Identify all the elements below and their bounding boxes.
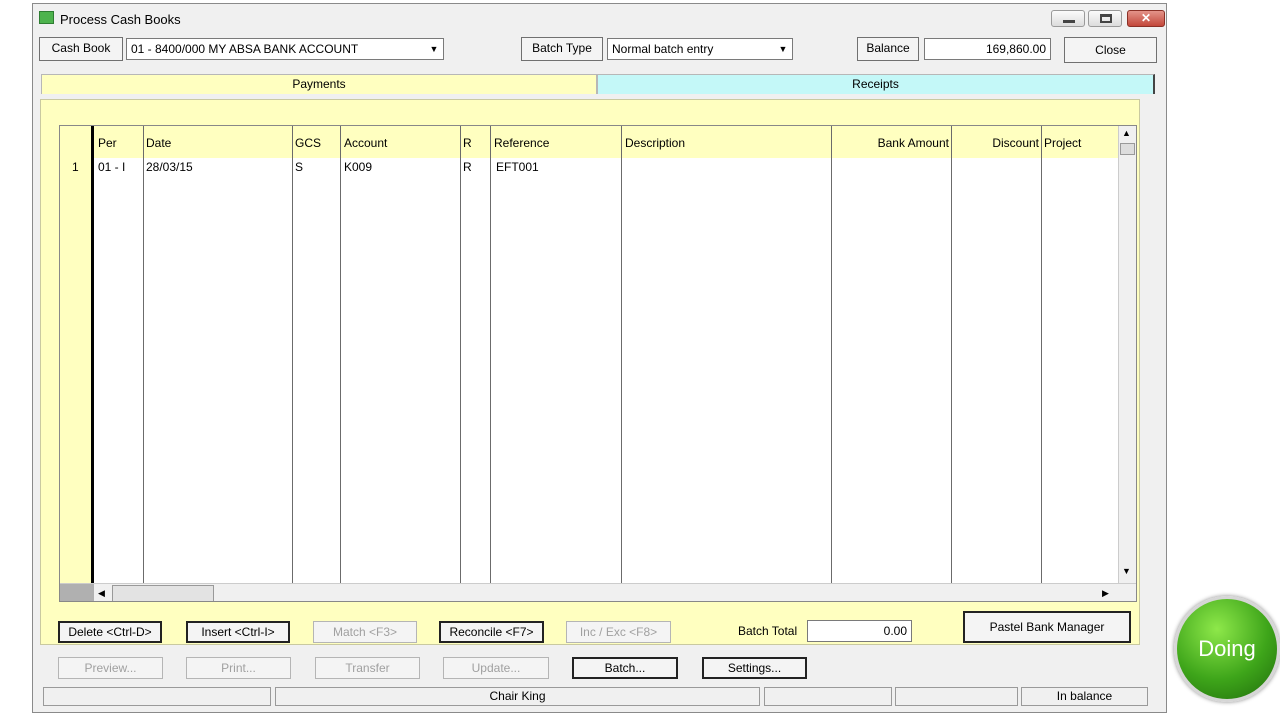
transfer-button[interactable]: Transfer bbox=[315, 657, 420, 679]
cell-account[interactable]: K009 bbox=[344, 160, 372, 174]
column-divider bbox=[951, 126, 952, 583]
tab-payments[interactable]: Payments bbox=[41, 74, 597, 94]
app-icon bbox=[39, 11, 54, 24]
scroll-down-icon[interactable]: ▼ bbox=[1122, 566, 1131, 576]
column-header-project[interactable]: Project bbox=[1044, 136, 1081, 150]
cash-book-value: 01 - 8400/000 MY ABSA BANK ACCOUNT bbox=[131, 42, 359, 56]
transactions-grid: Per Date GCS Account R Reference Descrip… bbox=[59, 125, 1137, 602]
cell-per[interactable]: 01 - I bbox=[98, 160, 125, 174]
match-button[interactable]: Match <F3> bbox=[313, 621, 417, 643]
batch-total-field: 0.00 bbox=[807, 620, 912, 642]
column-header-description[interactable]: Description bbox=[625, 136, 685, 150]
pastel-bank-manager-button[interactable]: Pastel Bank Manager bbox=[963, 611, 1131, 643]
update-button[interactable]: Update... bbox=[443, 657, 549, 679]
vertical-scroll-thumb[interactable] bbox=[1120, 143, 1135, 155]
delete-button[interactable]: Delete <Ctrl-D> bbox=[58, 621, 162, 643]
cell-reference[interactable]: EFT001 bbox=[496, 160, 539, 174]
print-button[interactable]: Print... bbox=[186, 657, 291, 679]
chevron-down-icon: ▼ bbox=[778, 44, 788, 54]
vertical-scrollbar[interactable]: ▲ ▼ bbox=[1118, 126, 1136, 583]
cash-book-button[interactable]: Cash Book bbox=[39, 37, 123, 61]
close-window-button[interactable]: ✕ bbox=[1127, 10, 1165, 27]
batch-type-dropdown[interactable]: Normal batch entry ▼ bbox=[607, 38, 793, 60]
scroll-up-icon[interactable]: ▲ bbox=[1122, 128, 1131, 138]
cell-date[interactable]: 28/03/15 bbox=[146, 160, 193, 174]
reconcile-button[interactable]: Reconcile <F7> bbox=[439, 621, 544, 643]
close-icon: ✕ bbox=[1140, 11, 1152, 25]
minimize-icon bbox=[1063, 20, 1075, 23]
column-header-reference[interactable]: Reference bbox=[494, 136, 549, 150]
column-divider bbox=[292, 126, 293, 583]
status-cell-3 bbox=[764, 687, 892, 706]
doing-badge: Doing bbox=[1174, 596, 1280, 702]
maximize-button[interactable] bbox=[1088, 10, 1122, 27]
status-user: Chair King bbox=[275, 687, 760, 706]
balance-button[interactable]: Balance bbox=[857, 37, 919, 61]
batch-total-label: Batch Total bbox=[738, 624, 798, 638]
column-header-r[interactable]: R bbox=[463, 136, 472, 150]
inc-exc-button[interactable]: Inc / Exc <F8> bbox=[566, 621, 671, 643]
minimize-button[interactable] bbox=[1051, 10, 1085, 27]
close-button[interactable]: Close bbox=[1064, 37, 1157, 63]
row-number: 1 bbox=[72, 160, 79, 174]
tab-strip: Payments Receipts bbox=[41, 74, 1155, 94]
column-divider bbox=[143, 126, 144, 583]
status-cell-4 bbox=[895, 687, 1018, 706]
batch-type-button[interactable]: Batch Type bbox=[521, 37, 603, 61]
chevron-down-icon: ▼ bbox=[429, 44, 439, 54]
scroll-right-icon[interactable]: ▶ bbox=[1102, 588, 1109, 599]
maximize-icon bbox=[1100, 14, 1112, 23]
column-divider bbox=[831, 126, 832, 583]
status-cell-1 bbox=[43, 687, 271, 706]
column-header-discount[interactable]: Discount bbox=[952, 136, 1039, 150]
column-header-gcs[interactable]: GCS bbox=[295, 136, 321, 150]
settings-button[interactable]: Settings... bbox=[702, 657, 807, 679]
column-header-date[interactable]: Date bbox=[146, 136, 171, 150]
horizontal-scroll-thumb[interactable] bbox=[112, 585, 214, 601]
column-header-bank-amount[interactable]: Bank Amount bbox=[832, 136, 949, 150]
column-divider bbox=[1041, 126, 1042, 583]
cell-r[interactable]: R bbox=[463, 160, 472, 174]
horizontal-scrollbar[interactable]: ◀ ▶ bbox=[60, 583, 1136, 601]
column-header-account[interactable]: Account bbox=[344, 136, 387, 150]
insert-button[interactable]: Insert <Ctrl-I> bbox=[186, 621, 290, 643]
cell-gcs[interactable]: S bbox=[295, 160, 303, 174]
column-divider bbox=[340, 126, 341, 583]
row-header-column bbox=[60, 126, 94, 583]
status-balance: In balance bbox=[1021, 687, 1148, 706]
scroll-left-icon[interactable]: ◀ bbox=[98, 588, 105, 599]
payments-panel: Per Date GCS Account R Reference Descrip… bbox=[40, 99, 1140, 645]
column-header-per[interactable]: Per bbox=[98, 136, 117, 150]
batch-type-value: Normal batch entry bbox=[612, 42, 714, 56]
preview-button[interactable]: Preview... bbox=[58, 657, 163, 679]
cash-book-dropdown[interactable]: 01 - 8400/000 MY ABSA BANK ACCOUNT ▼ bbox=[126, 38, 444, 60]
batch-button[interactable]: Batch... bbox=[572, 657, 678, 679]
process-cash-books-window: Process Cash Books ✕ Cash Book 01 - 8400… bbox=[32, 3, 1167, 713]
balance-field: 169,860.00 bbox=[924, 38, 1051, 60]
scrollbar-corner bbox=[60, 584, 94, 601]
window-title: Process Cash Books bbox=[60, 12, 181, 27]
column-divider bbox=[621, 126, 622, 583]
column-divider bbox=[460, 126, 461, 583]
title-bar: Process Cash Books ✕ bbox=[33, 4, 1166, 34]
tab-receipts[interactable]: Receipts bbox=[597, 74, 1155, 94]
column-divider bbox=[490, 126, 491, 583]
